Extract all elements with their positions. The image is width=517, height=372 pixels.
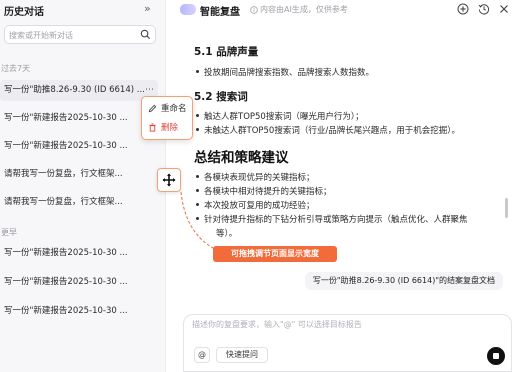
resize-tip: 可拖拽调节页面显示宽度 — [213, 246, 337, 262]
pencil-icon — [148, 104, 157, 113]
bullet-item: 各模块表现优异的关键指标； — [196, 173, 315, 183]
list-item[interactable]: 请帮我写一份复盘，行文框架... — [0, 192, 158, 213]
info-icon — [250, 6, 258, 14]
list-item-label: 请帮我写一份复盘，行文框架... — [4, 169, 123, 179]
ai-disclaimer: 内容由AI生成，仅供参考 — [250, 4, 348, 15]
rename-label: 重命名 — [161, 104, 187, 114]
bullet-item: 触达人群TOP50搜索词（曝光用户行为）； — [196, 112, 364, 122]
disclaimer-text: 内容由AI生成，仅供参考 — [260, 5, 348, 14]
list-item-label: 请帮我写一份复盘，行文框架... — [4, 197, 123, 207]
rename-menu-item[interactable]: 重命名 — [148, 102, 187, 116]
list-item-label: 写一份"新建报告2025-10-30 ... — [4, 277, 128, 287]
list-item[interactable]: 写一份"助推8.26-9.30 (ID 6614) ... ⋯ — [0, 80, 158, 101]
mention-button[interactable]: @ — [194, 347, 210, 363]
prompt-input[interactable] — [192, 319, 482, 337]
section-heading: 5.2 搜索词 — [194, 91, 248, 103]
app-title: 智能复盘 — [200, 7, 240, 18]
user-message-bubble: 写一份"助推8.26-9.30 (ID 6614)"的结案复盘文档 — [304, 272, 503, 290]
bullet-item: 未触达人群TOP50搜索词（行业/品牌长尾兴趣点，用于机会挖掘）。 — [196, 126, 460, 136]
list-item-label: 写一份"新建报告2025-10-30 ... — [4, 248, 128, 258]
list-item[interactable]: 请帮我写一份复盘，行文框架... — [0, 164, 158, 185]
move-arrows-icon — [162, 173, 176, 187]
close-icon[interactable] — [499, 4, 509, 17]
section-heading: 5.1 品牌声量 — [194, 46, 259, 58]
bullet-item: 投放期间品牌搜索指数、品牌搜索人数指数。 — [195, 68, 375, 78]
delete-menu-item[interactable]: 删除 — [148, 121, 178, 135]
sidebar: 历史对话 » 过去7天 写一份"助推8.26-9.30 (ID 6614) ..… — [0, 0, 166, 372]
list-item-label: 写一份"新建报告2025-10-30 ... — [4, 113, 128, 123]
topbar: 智能复盘 内容由AI生成，仅供参考 — [166, 0, 517, 22]
resize-handle[interactable] — [157, 168, 181, 192]
list-item[interactable]: 写一份"新建报告2025-10-30 ... — [0, 108, 158, 129]
summary-heading: 总结和策略建议 — [194, 150, 289, 166]
history-icon[interactable] — [478, 3, 490, 18]
content-scrollbar[interactable] — [505, 198, 508, 218]
section-label-earlier: 更早 — [1, 228, 17, 237]
bullet-item: 针对待提升指标的下钻分析引导或策略方向提示（触点优化、人群聚焦 — [196, 215, 468, 225]
list-item[interactable]: 写一份"新建报告2025-10-30 ... — [0, 272, 158, 293]
list-item-label: 写一份"新建报告2025-10-30 ... — [4, 141, 128, 151]
list-item[interactable]: 写一份"新建报告2025-10-30 ... — [0, 136, 158, 157]
search-input[interactable] — [9, 28, 133, 42]
context-menu: 重命名 删除 — [141, 96, 193, 140]
stop-icon[interactable] — [487, 347, 505, 365]
bullet-item: 各模块中相对待提升的关键指标； — [196, 187, 332, 197]
bullet-item: 本次投放可复用的成功经验； — [196, 201, 315, 211]
search-box[interactable] — [4, 25, 156, 44]
delete-label: 删除 — [161, 123, 179, 133]
trash-icon — [149, 123, 156, 132]
topbar-actions — [451, 3, 509, 18]
section-label-recent: 过去7天 — [1, 64, 31, 73]
list-item-label: 写一份"新建报告2025-10-30 ... — [4, 306, 128, 316]
app-logo — [180, 4, 196, 15]
quick-ask-button[interactable]: 快速提问 — [216, 347, 268, 363]
search-icon[interactable] — [140, 29, 151, 43]
sidebar-title: 历史对话 — [4, 7, 44, 18]
list-item[interactable]: 写一份"新建报告2025-10-30 ... — [0, 243, 158, 264]
composer: @ 快速提问 — [183, 314, 512, 372]
collapse-sidebar-icon[interactable]: » — [144, 2, 151, 15]
list-item[interactable]: 写一份"新建报告2025-10-30 ... — [0, 301, 158, 322]
list-item-label: 写一份"助推8.26-9.30 (ID 6614) ... — [4, 85, 145, 95]
bullet-continuation: 等）。 — [216, 229, 238, 239]
plus-circle-icon[interactable] — [457, 3, 469, 18]
